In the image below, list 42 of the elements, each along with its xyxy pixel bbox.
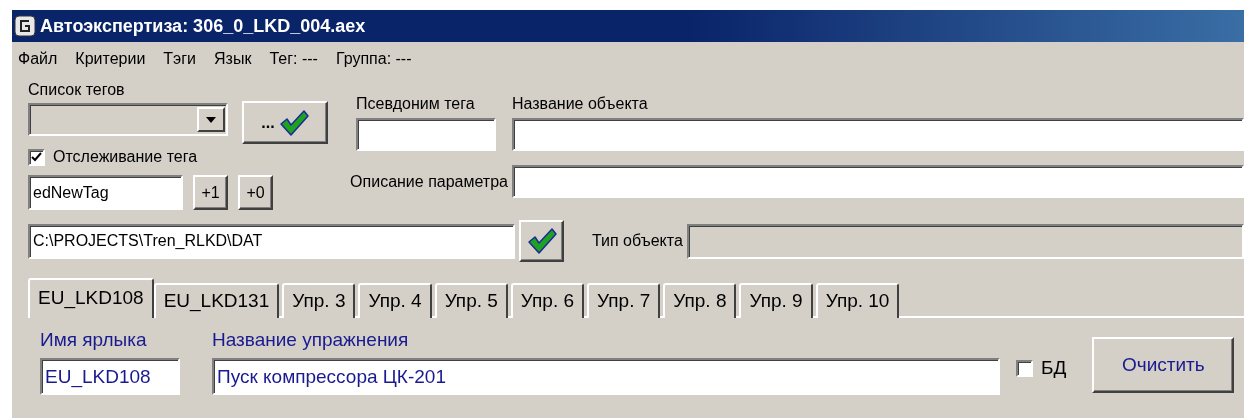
path-field[interactable]: C:\PROJECTS\Tren_RLKD\DAT xyxy=(28,223,515,259)
menu-item[interactable]: Файл xyxy=(18,48,58,70)
increment-button[interactable]: +1 xyxy=(193,175,228,210)
object-name-label: Название объекта xyxy=(512,94,649,114)
exercise-name-field[interactable]: Пуск компрессора ЦК-201 xyxy=(212,358,1000,395)
app-logo-icon xyxy=(14,15,36,37)
object-type-label: Тип объекта xyxy=(592,231,683,251)
tag-list-label: Список тегов xyxy=(28,80,126,100)
shortcut-name-field[interactable]: EU_LKD108 xyxy=(40,358,180,395)
exercise-name-label: Название упражнения xyxy=(212,328,410,352)
menu-item[interactable]: Язык xyxy=(214,48,252,70)
shortcut-name-label: Имя ярлыка xyxy=(40,328,148,352)
tab[interactable]: Упр. 5 xyxy=(434,283,508,318)
menu-item[interactable]: Тэги xyxy=(163,48,197,70)
clear-button[interactable]: Очистить xyxy=(1092,337,1235,393)
menu-item[interactable]: Группа: --- xyxy=(335,48,412,70)
tab[interactable]: Упр. 10 xyxy=(815,283,900,318)
apply-button[interactable] xyxy=(519,220,564,262)
tab[interactable]: Упр. 3 xyxy=(282,283,356,318)
dropdown-arrow-icon xyxy=(206,116,216,123)
tab[interactable]: Упр. 9 xyxy=(739,283,813,318)
tab[interactable]: Упр. 4 xyxy=(358,283,432,318)
check-icon xyxy=(278,108,309,137)
alias-field[interactable] xyxy=(356,118,496,151)
alias-label: Псевдоним тега xyxy=(356,94,476,114)
checkmark-icon xyxy=(31,152,42,162)
db-checkbox[interactable]: БД xyxy=(1016,358,1067,378)
tracking-checkbox[interactable]: Отслеживание тега xyxy=(28,147,300,167)
menu-item[interactable]: Тег: --- xyxy=(269,48,318,70)
tab[interactable]: EU_LKD108 xyxy=(28,278,154,318)
tab[interactable]: Упр. 7 xyxy=(587,283,661,318)
check-icon xyxy=(526,227,557,255)
increment-button[interactable]: +0 xyxy=(238,175,273,210)
parameter-description-field[interactable] xyxy=(512,165,1244,198)
tab[interactable]: EU_LKD131 xyxy=(153,283,280,318)
new-tag-field[interactable]: edNewTag xyxy=(28,175,183,210)
parameter-description-label: Описание параметра xyxy=(350,172,509,191)
object-name-field[interactable] xyxy=(512,118,1244,151)
tab[interactable]: Упр. 6 xyxy=(510,283,585,318)
window-title: Автоэкспертиза: 306_0_LKD_004.aex xyxy=(40,15,366,37)
menu-item[interactable]: Критерии xyxy=(75,48,146,70)
tab[interactable]: Упр. 8 xyxy=(663,283,737,318)
